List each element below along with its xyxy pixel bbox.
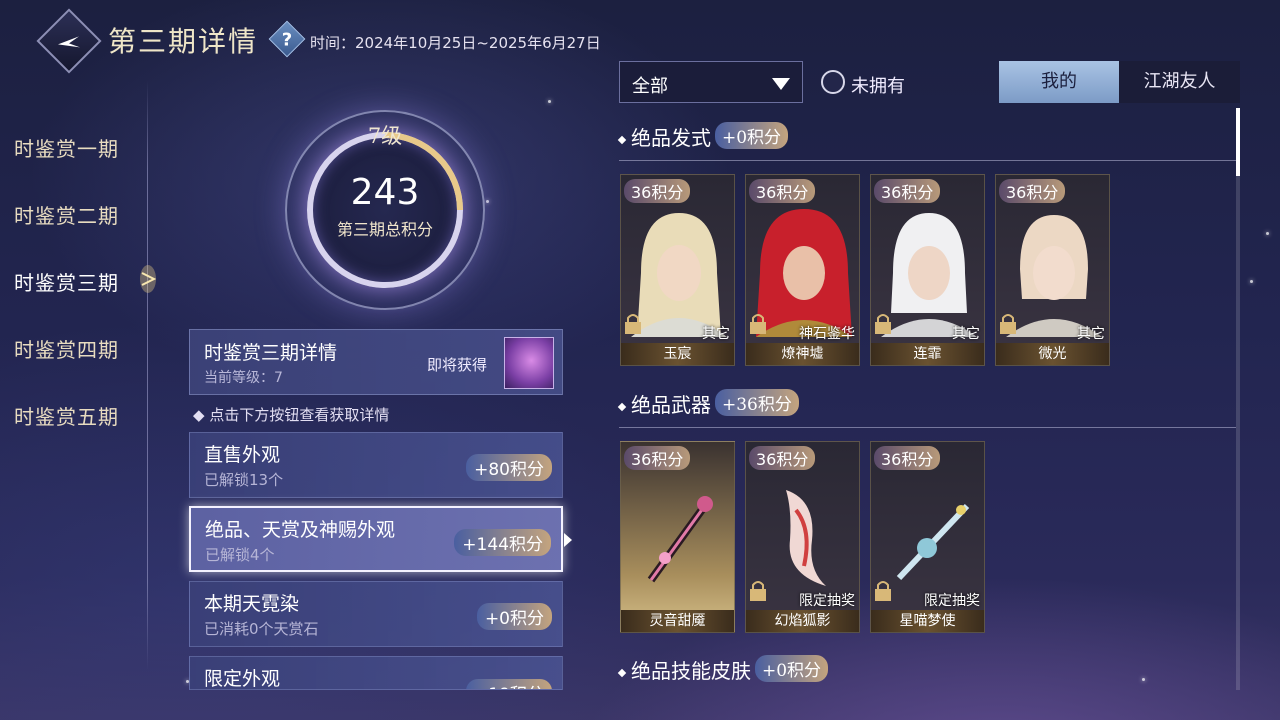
section-points-badge: +0积分 — [755, 655, 829, 682]
level-label: 7级 — [367, 124, 403, 148]
level-ring: 7级 243 第三期总积分 — [274, 99, 496, 321]
item-card[interactable]: 36积分 其它 微光 — [995, 174, 1110, 366]
chevron-down-icon — [772, 78, 790, 90]
hint-text: ◆ 点击下方按钮查看获取详情 — [193, 406, 390, 424]
nav-divider — [147, 80, 148, 670]
help-button[interactable]: ? — [268, 20, 306, 58]
item-card[interactable]: 36积分 限定抽奖 幻焰狐影 — [745, 441, 860, 633]
item-card[interactable]: 36积分 神石鉴华 燎神墟 — [745, 174, 860, 366]
section-title-weapon: 绝品武器 +36积分 — [617, 389, 799, 418]
period-detail-card[interactable]: 时鉴赏三期详情 当前等级：7 即将获得 — [189, 329, 563, 395]
current-level: 当前等级：7 — [204, 370, 283, 386]
period-text: 时间：2024年10月25日~2025年6月27日 — [310, 34, 601, 52]
source-item-direct-sale[interactable]: 直售外观 已解锁13个 +80积分 — [189, 432, 563, 498]
detail-title: 时鉴赏三期详情 — [204, 342, 338, 364]
scrollbar[interactable] — [1236, 108, 1240, 690]
nav-item-period-3[interactable]: 时鉴赏三期 — [14, 267, 119, 296]
item-card[interactable]: 36积分 灵音甜魇 — [620, 441, 735, 633]
lock-icon — [625, 314, 641, 334]
question-icon: ? — [281, 29, 293, 51]
weapon-preview-image — [647, 496, 713, 583]
lock-icon — [875, 581, 891, 601]
back-arrow-icon — [58, 36, 80, 48]
back-button[interactable] — [36, 8, 102, 74]
selected-arrow-icon — [564, 533, 572, 547]
lock-icon — [1000, 314, 1016, 334]
tab-mine[interactable]: 我的 — [999, 61, 1119, 103]
category-select[interactable]: 全部 — [619, 61, 803, 103]
next-reward-thumbnail[interactable] — [504, 337, 554, 389]
nav-item-period-1[interactable]: 时鉴赏一期 — [14, 133, 119, 162]
points-badge: +80积分 — [466, 454, 552, 481]
section-title-hair: 绝品发式 +0积分 — [617, 122, 789, 151]
section-title-skill-skin: 绝品技能皮肤 +0积分 — [617, 655, 829, 684]
points-badge: +19积分 — [466, 679, 552, 689]
total-score-label: 第三期总积分 — [336, 220, 433, 239]
item-card[interactable]: 36积分 其它 玉宸 — [620, 174, 735, 366]
coming-soon-label: 即将获得 — [427, 356, 488, 374]
section-points-badge: +0积分 — [715, 122, 789, 149]
page-title: 第三期详情 — [108, 25, 259, 58]
points-badge: +144积分 — [454, 529, 551, 556]
not-owned-label[interactable]: 未拥有 — [851, 72, 905, 98]
item-card[interactable]: 36积分 限定抽奖 星喵梦使 — [870, 441, 985, 633]
section-divider — [619, 160, 1236, 161]
item-card[interactable]: 36积分 其它 连霏 — [870, 174, 985, 366]
lock-icon — [750, 581, 766, 601]
section-points-badge: +36积分 — [715, 389, 799, 416]
nav-item-period-4[interactable]: 时鉴赏四期 — [14, 334, 119, 363]
lock-icon — [875, 314, 891, 334]
lock-icon — [750, 314, 766, 334]
not-owned-radio[interactable] — [821, 70, 845, 94]
source-item-premium[interactable]: 绝品、天赏及神赐外观 已解锁4个 +144积分 — [189, 506, 563, 572]
tab-friends[interactable]: 江湖友人 — [1119, 61, 1240, 103]
source-item-limited[interactable]: 限定外观 +19积分 — [189, 656, 563, 690]
active-marker-icon — [140, 265, 157, 293]
nav-item-period-5[interactable]: 时鉴赏五期 — [14, 401, 119, 430]
scrollbar-thumb[interactable] — [1236, 108, 1240, 176]
section-divider — [619, 427, 1236, 428]
total-score: 243 — [350, 172, 420, 213]
points-badge: +0积分 — [476, 603, 552, 630]
source-item-dye[interactable]: 本期天霓染 已消耗0个天赏石 +0积分 — [189, 581, 563, 647]
nav-item-period-2[interactable]: 时鉴赏二期 — [14, 200, 119, 229]
